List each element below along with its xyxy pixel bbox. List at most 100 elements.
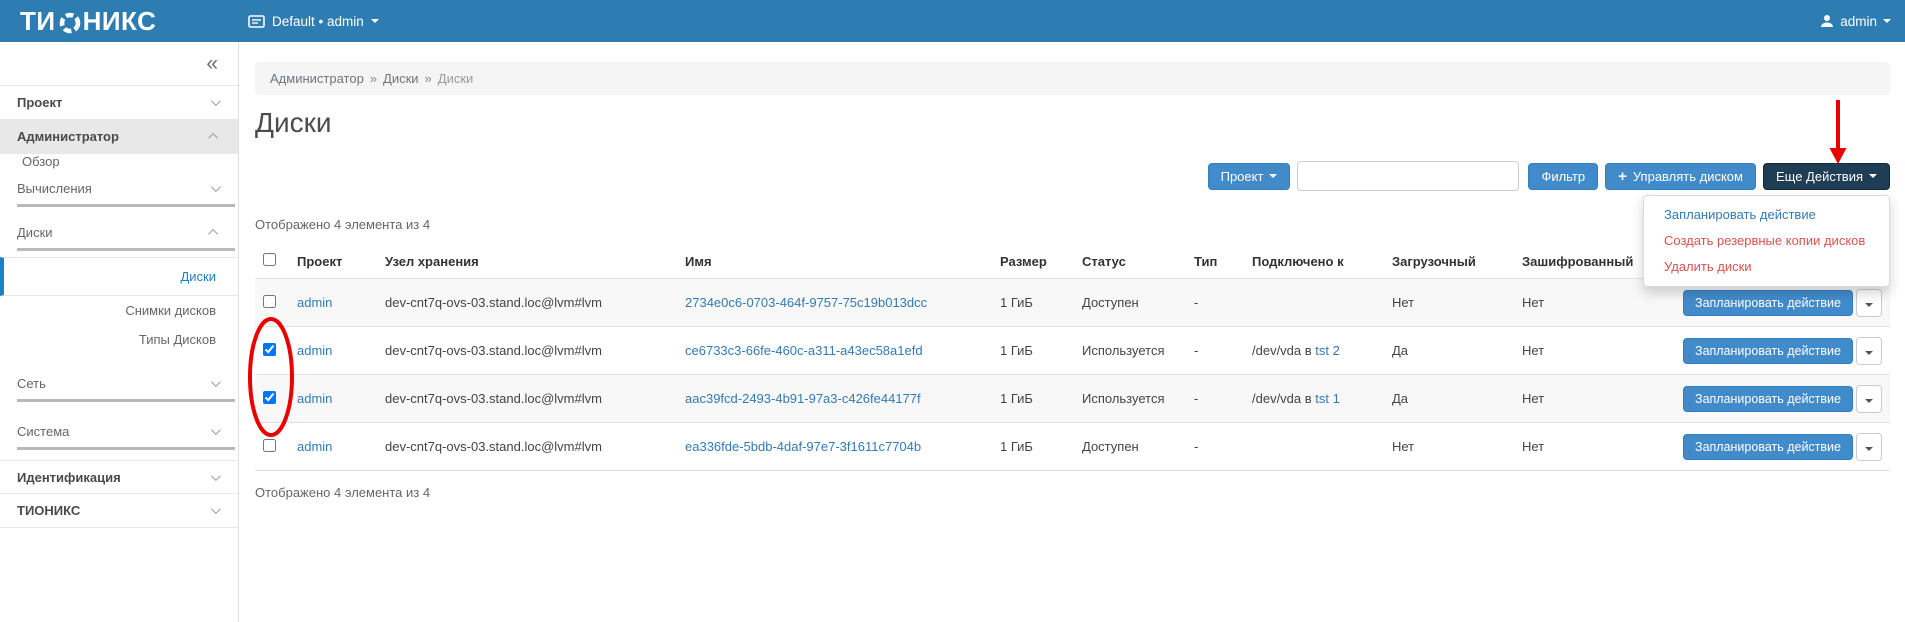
status-cell: Используется [1074,327,1186,375]
column-header-type[interactable]: Тип [1186,244,1244,279]
project-filter-dropdown-button[interactable]: Проект [1208,163,1291,190]
attached-instance-link[interactable]: tst 1 [1315,391,1340,406]
size-cell: 1 ГиБ [992,423,1074,471]
sidebar-group-label: Вычисления [17,181,92,196]
search-input[interactable] [1297,161,1519,191]
sidebar-item-identity[interactable]: Идентификация [0,460,238,494]
attached-to-cell: /dev/vda в tst 1 [1244,375,1384,423]
attached-to-cell: /dev/vda в tst 2 [1244,327,1384,375]
sidebar-group-network[interactable]: Сеть [0,364,238,391]
breadcrumb-link-admin[interactable]: Администратор [270,71,364,86]
row-actions-caret-button[interactable] [1856,433,1882,461]
encrypted-cell: Нет [1514,423,1654,471]
row-actions-caret-button[interactable] [1856,289,1882,317]
chevron-down-icon [1269,174,1277,178]
manage-disk-button[interactable]: + Управлять диском [1605,163,1756,190]
type-cell: - [1186,423,1244,471]
schedule-action-button[interactable]: Запланировать действие [1683,386,1853,412]
row-actions-caret-button[interactable] [1856,385,1882,413]
chevron-down-icon [211,425,221,435]
sidebar-group-disks[interactable]: Диски [0,213,238,240]
sidebar-item-disks-active[interactable]: Диски [0,257,238,296]
sidebar-group-label: Сеть [17,376,46,391]
chevron-down-icon [1865,351,1873,355]
encrypted-cell: Нет [1514,375,1654,423]
chevron-down-icon [1865,447,1873,451]
attached-to-cell [1244,279,1384,327]
more-actions-button[interactable]: Еще Действия [1763,163,1890,190]
column-header-encrypted[interactable]: Зашифрованный [1514,244,1654,279]
project-link[interactable]: admin [297,343,332,358]
disk-name-link[interactable]: 2734e0c6-0703-464f-9757-75c19b013dcc [685,295,927,310]
column-header-status[interactable]: Статус [1074,244,1186,279]
button-label: Еще Действия [1776,169,1863,184]
plus-icon: + [1618,169,1627,184]
bootable-cell: Да [1384,327,1514,375]
chevron-up-icon [208,229,218,239]
main-content: Администратор»Диски»Диски Диски Проект Ф… [240,42,1905,500]
breadcrumb-separator: » [425,71,432,86]
top-header-bar: ТИ НИКС Default • admin admin [0,0,1905,42]
column-header-attached-to[interactable]: Подключено к [1244,244,1384,279]
sidebar-item-disk-snapshots[interactable]: Снимки дисков [0,296,238,325]
sidebar-collapse-button[interactable]: « [0,42,238,86]
menu-item-delete-disks[interactable]: Удалить диски [1644,254,1889,280]
select-all-checkbox[interactable] [263,253,276,266]
sidebar-item-label: ТИОНИКС [17,503,80,518]
size-cell: 1 ГиБ [992,375,1074,423]
table-toolbar: Проект Фильтр + Управлять диском Еще Дей… [255,161,1890,191]
chevron-up-icon [208,133,218,143]
schedule-action-button[interactable]: Запланировать действие [1683,290,1853,316]
attached-instance-link[interactable]: tst 2 [1315,343,1340,358]
disk-name-link[interactable]: ea336fde-5bdb-4daf-97e7-3f1611c7704b [685,439,921,454]
sidebar-item-tionix[interactable]: ТИОНИКС [0,494,238,528]
context-label: Default • admin [272,14,364,29]
disk-name-link[interactable]: aac39fcd-2493-4b91-97a3-c426fe44177f [685,391,921,406]
project-context-switcher[interactable]: Default • admin [248,14,379,29]
button-label: Фильтр [1541,169,1585,184]
storage-host-cell: dev-cnt7q-ovs-03.stand.loc@lvm#lvm [377,327,677,375]
storage-host-cell: dev-cnt7q-ovs-03.stand.loc@lvm#lvm [377,279,677,327]
chevron-down-icon [1869,174,1877,178]
type-cell: - [1186,375,1244,423]
status-cell: Доступен [1074,279,1186,327]
schedule-action-button[interactable]: Запланировать действие [1683,338,1853,364]
row-actions-caret-button[interactable] [1856,337,1882,365]
brand-logo-text-left: ТИ [20,6,56,37]
chevron-down-icon [211,471,221,481]
row-checkbox[interactable] [263,391,276,404]
sidebar-item-project[interactable]: Проект [0,86,238,120]
sidebar-group-label: Диски [17,225,53,240]
menu-item-create-backups[interactable]: Создать резервные копии дисков [1644,228,1889,254]
column-header-size[interactable]: Размер [992,244,1074,279]
row-checkbox[interactable] [263,295,276,308]
project-link[interactable]: admin [297,295,332,310]
column-header-host[interactable]: Узел хранения [377,244,677,279]
schedule-action-button[interactable]: Запланировать действие [1683,434,1853,460]
sidebar-item-overview[interactable]: Обзор [0,143,82,176]
disk-name-link[interactable]: ce6733c3-66fe-460c-a311-a43ec58a1efd [685,343,923,358]
row-checkbox[interactable] [263,439,276,452]
brand-logo[interactable]: ТИ НИКС [0,6,248,37]
storage-host-cell: dev-cnt7q-ovs-03.stand.loc@lvm#lvm [377,375,677,423]
sidebar-item-disk-types[interactable]: Типы Дисков [0,325,238,354]
column-header-name[interactable]: Имя [677,244,992,279]
attached-prefix: /dev/vda в [1252,391,1315,406]
breadcrumb-link-disks[interactable]: Диски [383,71,419,86]
menu-item-schedule-action[interactable]: Запланировать действие [1644,202,1889,228]
project-link[interactable]: admin [297,439,332,454]
button-label: Управлять диском [1633,169,1743,184]
column-header-bootable[interactable]: Загрузочный [1384,244,1514,279]
chevron-down-icon [1883,19,1891,23]
filter-button[interactable]: Фильтр [1528,163,1598,190]
row-checkbox[interactable] [263,343,276,356]
user-menu[interactable]: admin [1820,14,1905,29]
sidebar-item-label: Идентификация [17,470,121,485]
breadcrumb-separator: » [370,71,377,86]
chevron-down-icon [371,19,379,23]
column-header-project[interactable]: Проект [289,244,377,279]
size-cell: 1 ГиБ [992,327,1074,375]
collapse-icon: « [206,52,218,76]
sidebar-group-system[interactable]: Система [0,412,238,439]
project-link[interactable]: admin [297,391,332,406]
